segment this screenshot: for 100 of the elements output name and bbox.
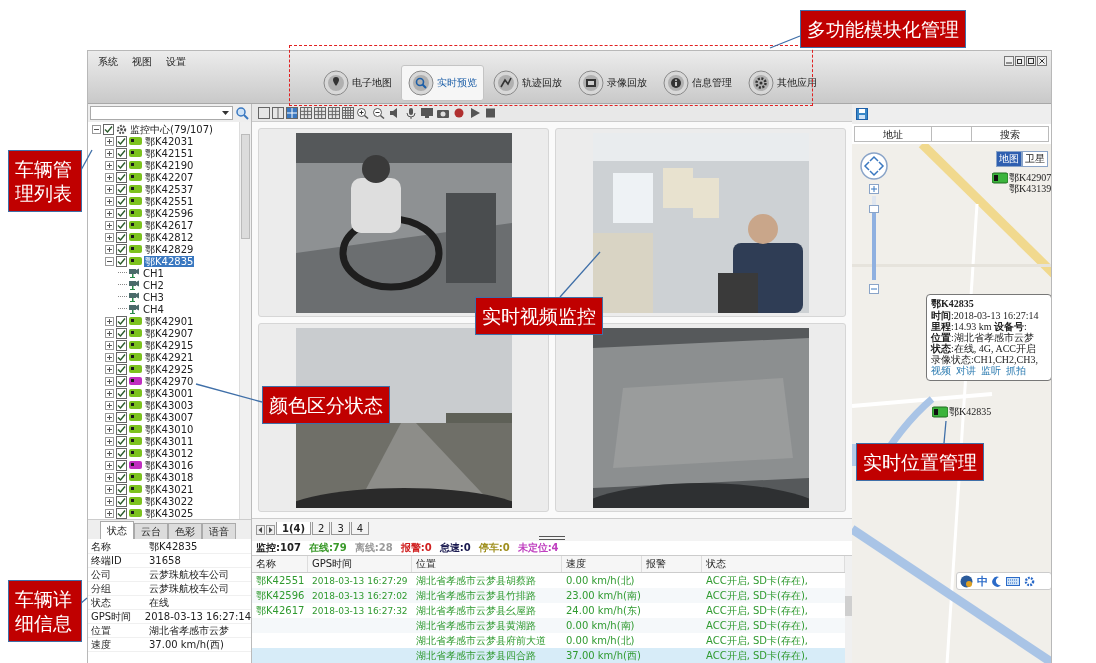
scrollbar[interactable] xyxy=(239,122,251,519)
column-header[interactable]: 位置 xyxy=(412,556,562,572)
checkbox[interactable] xyxy=(116,183,127,195)
search-field[interactable] xyxy=(90,106,233,120)
popup-link[interactable]: 视频 xyxy=(931,365,951,377)
minimize-button[interactable] xyxy=(1004,56,1014,66)
table-row[interactable]: 鄂K42596 2018-03-13 16:27:02 湖北省孝感市云梦县竹排路 23.00 km/h(南) ACC开启, SD卡(存在), xyxy=(252,588,845,603)
grid-layout-icon[interactable] xyxy=(314,106,326,119)
tree-item[interactable]: 鄂K43001 xyxy=(144,387,195,399)
grid-layout-icon[interactable] xyxy=(258,106,270,119)
tree-item[interactable]: 鄂K42151 xyxy=(144,147,195,159)
tab[interactable]: 色彩 xyxy=(168,523,202,539)
tree-item[interactable]: 鄂K42907 xyxy=(144,327,195,339)
checkbox[interactable] xyxy=(116,483,127,495)
checkbox[interactable] xyxy=(116,507,127,519)
checkbox[interactable] xyxy=(116,351,127,363)
tree-item[interactable]: 鄂K42537 xyxy=(144,183,195,195)
expand-icon[interactable] xyxy=(105,436,114,446)
play-icon[interactable] xyxy=(468,106,482,119)
gear-icon[interactable] xyxy=(1024,575,1035,587)
checkbox[interactable] xyxy=(116,459,127,471)
expand-icon[interactable] xyxy=(105,244,114,254)
module-button[interactable]: 电子地图 xyxy=(315,65,399,101)
checkbox[interactable] xyxy=(116,315,127,327)
zoom-out-button[interactable] xyxy=(869,284,879,294)
tree-item[interactable]: 鄂K42925 xyxy=(144,363,195,375)
expand-icon[interactable] xyxy=(105,412,114,422)
checkbox[interactable] xyxy=(116,219,127,231)
checkbox[interactable] xyxy=(116,447,127,459)
tree-item[interactable]: 鄂K42915 xyxy=(144,339,195,351)
module-button[interactable]: 轨迹回放 xyxy=(485,65,569,101)
checkbox[interactable] xyxy=(116,471,127,483)
expand-icon[interactable] xyxy=(105,376,114,386)
tree-item[interactable]: CH2 xyxy=(142,279,165,291)
expand-icon[interactable] xyxy=(105,364,114,374)
expand-icon[interactable] xyxy=(105,316,114,326)
expand-icon[interactable] xyxy=(105,220,114,230)
collapse-icon[interactable] xyxy=(92,124,101,134)
caret-icon[interactable] xyxy=(222,111,229,115)
moon-icon[interactable] xyxy=(992,575,1002,587)
tree-item[interactable]: CH3 xyxy=(142,291,165,303)
zoom-slider[interactable] xyxy=(869,204,879,213)
zoom-in-button[interactable] xyxy=(869,184,879,194)
checkbox[interactable] xyxy=(116,387,127,399)
table-row[interactable]: 湖北省孝感市云梦县府前大道 0.00 km/h(北) ACC开启, SD卡(存在), xyxy=(252,633,845,648)
scroll-right-button[interactable] xyxy=(266,525,275,535)
checkbox[interactable] xyxy=(116,207,127,219)
car-icon[interactable] xyxy=(992,172,1008,184)
tab[interactable]: 语音 xyxy=(202,523,236,539)
expand-icon[interactable] xyxy=(105,184,114,194)
expand-icon[interactable] xyxy=(105,472,114,482)
expand-icon[interactable] xyxy=(105,328,114,338)
checkbox[interactable] xyxy=(116,399,127,411)
checkbox[interactable] xyxy=(116,495,127,507)
tree-item[interactable]: 鄂K43025 xyxy=(144,507,195,519)
popup-link[interactable]: 抓拍 xyxy=(1006,365,1026,377)
checkbox[interactable] xyxy=(116,255,127,267)
tree-item[interactable]: 鄂K42617 xyxy=(144,219,195,231)
tree-item[interactable]: 鄂K43010 xyxy=(144,423,195,435)
expand-icon[interactable] xyxy=(105,496,114,506)
checkbox[interactable] xyxy=(116,135,127,147)
microphone-icon[interactable] xyxy=(404,106,418,119)
menu-item[interactable]: 视图 xyxy=(132,55,152,69)
grid-layout-icon[interactable] xyxy=(328,106,340,119)
address-field[interactable] xyxy=(932,126,972,142)
table-row[interactable]: 鄂K42551 2018-03-13 16:27:29 湖北省孝感市云梦县胡蔡路 0.00 km/h(北) ACC开启, SD卡(存在), xyxy=(252,573,845,588)
stop-icon[interactable] xyxy=(484,106,498,119)
tree-item[interactable]: CH1 xyxy=(142,267,165,279)
column-header[interactable]: GPS时间 xyxy=(308,556,412,572)
column-header[interactable]: 报警 xyxy=(642,556,702,572)
maximize-button[interactable] xyxy=(1026,56,1036,66)
checkbox[interactable] xyxy=(116,363,127,375)
tree-item[interactable]: 监控中心(79/107) xyxy=(129,123,214,135)
pan-control[interactable] xyxy=(860,152,888,180)
expand-icon[interactable] xyxy=(105,448,114,458)
tree-item[interactable]: 鄂K42921 xyxy=(144,351,195,363)
table-row[interactable]: 鄂K42617 2018-03-13 16:27:32 湖北省孝感市云梦县幺屋路 24.00 km/h(东) ACC开启, SD卡(存在), xyxy=(252,603,845,618)
checkbox[interactable] xyxy=(116,243,127,255)
grid-layout-icon[interactable] xyxy=(342,106,354,119)
tree-item[interactable]: 鄂K42812 xyxy=(144,231,195,243)
record-icon[interactable] xyxy=(452,106,466,119)
checkbox[interactable] xyxy=(116,339,127,351)
close-button[interactable] xyxy=(1037,56,1047,66)
expand-icon[interactable] xyxy=(105,148,114,158)
module-button[interactable]: 录像回放 xyxy=(570,65,654,101)
popup-link[interactable]: 对讲 xyxy=(956,365,976,377)
expand-icon[interactable] xyxy=(105,352,114,362)
scrollbar[interactable] xyxy=(845,556,852,663)
monitor-icon[interactable] xyxy=(420,106,434,119)
zoom-out-icon[interactable] xyxy=(372,106,386,119)
checkbox[interactable] xyxy=(116,147,127,159)
page-tab[interactable]: 1(4) xyxy=(276,522,312,535)
page-tab[interactable]: 4 xyxy=(350,522,370,535)
tree-item[interactable]: 鄂K42829 xyxy=(144,243,195,255)
scroll-left-button[interactable] xyxy=(256,525,265,535)
checkbox[interactable] xyxy=(116,195,127,207)
expand-icon[interactable] xyxy=(105,136,114,146)
module-button[interactable]: 信息管理 xyxy=(655,65,739,101)
checkbox[interactable] xyxy=(116,327,127,339)
tab[interactable]: 状态 xyxy=(100,521,134,539)
